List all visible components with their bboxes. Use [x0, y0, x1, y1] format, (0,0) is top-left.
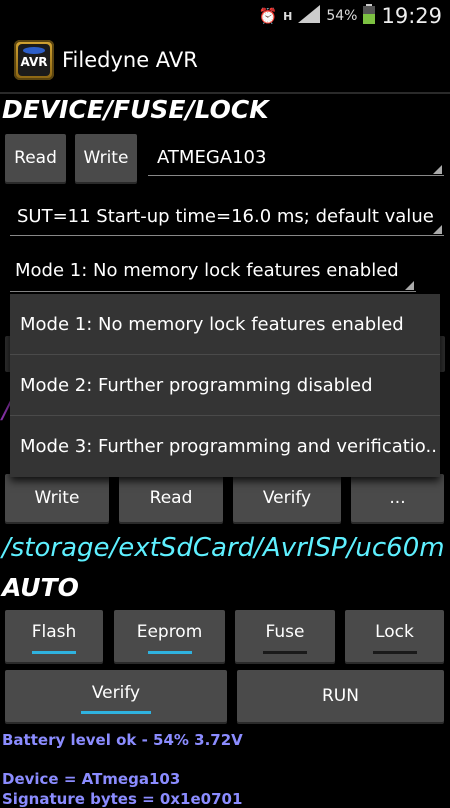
lock-mode-option-1[interactable]: Mode 1: No memory lock features enabled [10, 294, 440, 354]
status-bar: ⏰ H 54% 19:29 [0, 0, 450, 32]
run-button[interactable]: RUN [237, 670, 444, 722]
battery-icon [363, 4, 376, 28]
device-write-button[interactable]: Write [75, 134, 137, 182]
lock-mode-option-3[interactable]: Mode 3: Further programming and verifica… [10, 416, 440, 476]
data-icon: H [283, 9, 293, 23]
lock-indicator [372, 651, 417, 654]
dropdown-arrow-icon [433, 225, 442, 234]
file-browse-button[interactable]: ... [351, 474, 444, 522]
signal-icon [298, 5, 321, 27]
lock-mode-popup: Mode 1: No memory lock features enabled … [10, 294, 440, 477]
device-info-text: Device = ATmega103 [2, 770, 181, 788]
fuse-select-value: SUT=11 Start-up time=16.0 ms; default va… [17, 206, 434, 227]
fuse-indicator [263, 651, 307, 654]
lock-select[interactable]: Mode 1: No memory lock features enabled [10, 250, 416, 292]
verify-label: Verify [91, 683, 141, 703]
device-select[interactable]: ATMEGA103 [148, 140, 444, 176]
device-select-value: ATMEGA103 [157, 147, 267, 168]
eeprom-label: Eeprom [136, 622, 203, 642]
device-section-heading: DEVICE/FUSE/LOCK [2, 95, 269, 124]
status-icons: ⏰ H 54% 19:29 [258, 4, 442, 28]
file-verify-button[interactable]: Verify [233, 474, 341, 522]
flash-toggle[interactable]: Flash [5, 610, 103, 662]
battery-percent: 54% [326, 8, 358, 24]
eeprom-indicator [147, 651, 192, 654]
verify-indicator [81, 711, 151, 714]
dropdown-arrow-icon [433, 165, 442, 174]
signature-info-text: Signature bytes = 0x1e0701 [2, 790, 243, 808]
device-read-button[interactable]: Read [5, 134, 66, 182]
lock-mode-option-2[interactable]: Mode 2: Further programming disabled [10, 355, 440, 415]
lock-select-value: Mode 1: No memory lock features enabled [15, 260, 399, 281]
app-title: Filedyne AVR [62, 48, 198, 72]
eeprom-toggle[interactable]: Eeprom [114, 610, 225, 662]
auto-section-heading: AUTO [2, 573, 79, 602]
fuse-toggle[interactable]: Fuse [235, 610, 335, 662]
clock: 19:29 [381, 4, 442, 28]
lock-label: Lock [375, 622, 414, 642]
verify-toggle[interactable]: Verify [5, 670, 227, 722]
fuse-select[interactable]: SUT=11 Start-up time=16.0 ms; default va… [10, 196, 444, 236]
fuse-label: Fuse [265, 622, 305, 642]
alarm-icon: ⏰ [258, 7, 278, 25]
flash-indicator [32, 651, 76, 654]
battery-status-text: Battery level ok - 54% 3.72V [2, 731, 243, 749]
flash-label: Flash [31, 622, 77, 642]
lock-toggle[interactable]: Lock [345, 610, 444, 662]
file-path[interactable]: /storage/extSdCard/AvrISP/uc60m [2, 533, 445, 563]
file-write-button[interactable]: Write [5, 474, 109, 522]
dropdown-arrow-icon [405, 281, 414, 290]
file-read-button[interactable]: Read [119, 474, 223, 522]
app-logo-icon[interactable]: AVR [14, 40, 54, 80]
